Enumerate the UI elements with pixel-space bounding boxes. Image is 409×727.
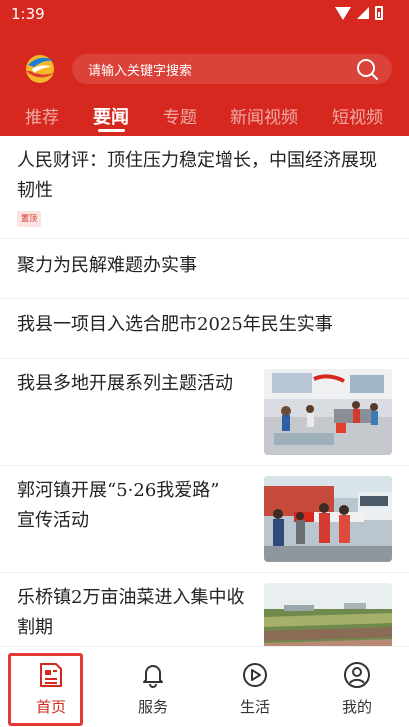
search-icon[interactable] bbox=[356, 58, 378, 80]
news-item[interactable]: 我县多地开展系列主题活动 bbox=[0, 359, 409, 466]
nav-life-label: 生活 bbox=[239, 698, 270, 716]
nav-profile[interactable]: 我的 bbox=[306, 647, 408, 727]
nav-services-label: 服务 bbox=[137, 698, 168, 716]
signal-icon bbox=[357, 7, 369, 19]
pinned-badge: 置顶 bbox=[17, 211, 41, 227]
active-tab-indicator bbox=[98, 129, 125, 132]
play-icon bbox=[243, 663, 267, 687]
user-icon bbox=[344, 662, 370, 688]
bell-icon bbox=[143, 665, 163, 688]
news-thumbnail[interactable] bbox=[264, 583, 392, 646]
news-title: 我县多地开展系列主题活动 bbox=[17, 373, 233, 394]
nav-profile-label: 我的 bbox=[341, 698, 372, 716]
news-thumbnail[interactable] bbox=[264, 476, 392, 562]
search-bar[interactable]: 请输入关键字搜索 bbox=[72, 54, 392, 84]
tab-topics[interactable]: 专题 bbox=[163, 103, 197, 128]
tab-news-video[interactable]: 新闻视频 bbox=[230, 103, 298, 128]
battery-icon bbox=[375, 6, 383, 20]
wifi-icon bbox=[335, 6, 351, 20]
news-item[interactable]: 人民财评：顶住压力稳定增长，中国经济展现 韧性 置顶 bbox=[0, 136, 409, 239]
news-item[interactable]: 聚力为民解难题办实事 bbox=[0, 239, 409, 299]
app-logo[interactable] bbox=[22, 51, 58, 85]
nav-life[interactable]: 生活 bbox=[204, 647, 306, 727]
status-bar: 1:39 bbox=[0, 0, 409, 30]
news-item[interactable]: 郭河镇开展“5·26我爱路” 宣传活动 bbox=[0, 466, 409, 573]
status-icons bbox=[335, 6, 383, 20]
search-placeholder[interactable]: 请输入关键字搜索 bbox=[88, 60, 192, 79]
app-header: 1:39 请输入关键字搜索 推荐 要闻 专题 新闻视频 短视频 bbox=[0, 0, 409, 136]
news-feed[interactable]: 人民财评：顶住压力稳定增长，中国经济展现 韧性 置顶 聚力为民解难题办实事 我县… bbox=[0, 136, 409, 646]
selection-highlight-box bbox=[8, 653, 83, 726]
tab-recommend[interactable]: 推荐 bbox=[25, 103, 59, 128]
news-thumbnail[interactable] bbox=[264, 369, 392, 455]
tab-headlines[interactable]: 要闻 bbox=[93, 103, 129, 129]
bottom-navigation: 首页 服务 生活 我的 bbox=[0, 646, 409, 727]
tab-short-video[interactable]: 短视频 bbox=[332, 103, 383, 128]
channel-tabs: 推荐 要闻 专题 新闻视频 短视频 bbox=[0, 100, 409, 136]
news-title: 人民财评：顶住压力稳定增长，中国经济展现 韧性 bbox=[17, 150, 377, 201]
news-title: 郭河镇开展“5·26我爱路” 宣传活动 bbox=[17, 480, 220, 531]
news-item[interactable]: 乐桥镇2万亩油菜进入集中收 割期 bbox=[0, 573, 409, 646]
news-title: 我县一项目入选合肥市2025年民生实事 bbox=[17, 314, 333, 335]
nav-services[interactable]: 服务 bbox=[102, 647, 204, 727]
news-title: 乐桥镇2万亩油菜进入集中收 割期 bbox=[17, 587, 245, 638]
news-title: 聚力为民解难题办实事 bbox=[17, 255, 197, 276]
news-item[interactable]: 我县一项目入选合肥市2025年民生实事 bbox=[0, 299, 409, 359]
status-time: 1:39 bbox=[11, 5, 45, 23]
